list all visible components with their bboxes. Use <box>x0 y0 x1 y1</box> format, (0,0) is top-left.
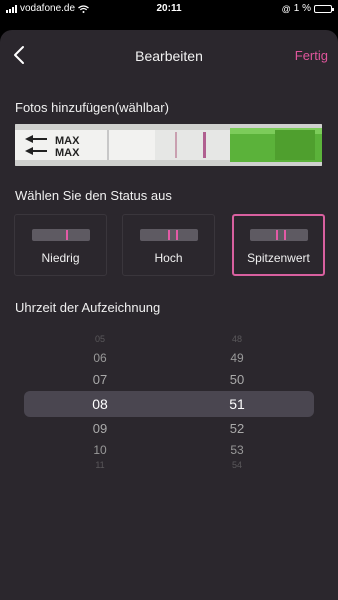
hour-option: 07 <box>92 372 108 387</box>
selected-minute: 51 <box>229 396 245 412</box>
strip-icon <box>139 229 198 241</box>
status-bar: vodafone.de 20:11 @ 1 % <box>0 0 338 18</box>
minute-option: 48 <box>231 334 242 344</box>
time-picker[interactable]: 05 06 07 08 09 10 11 48 49 50 51 52 53 5… <box>0 330 338 480</box>
hour-option: 11 <box>95 460 105 470</box>
done-button[interactable]: Fertig <box>295 48 328 63</box>
status-section-label: Wählen Sie den Status aus <box>15 188 172 203</box>
test-strip-photo[interactable]: MAX MAX <box>15 124 322 166</box>
test-strip-image: MAX MAX <box>15 124 322 166</box>
status-option-label: Spitzenwert <box>247 251 310 265</box>
photo-section-label: Fotos hinzufügen(wählbar) <box>15 100 169 115</box>
status-option-label: Niedrig <box>41 251 80 265</box>
picker-selection-bar <box>24 391 314 417</box>
selected-hour: 08 <box>92 396 108 412</box>
hour-option: 10 <box>93 443 107 457</box>
time-section-label: Uhrzeit der Aufzeichnung <box>15 300 161 315</box>
minute-option: 50 <box>229 372 245 387</box>
strip-icon <box>249 229 308 241</box>
hour-option: 09 <box>92 421 108 436</box>
battery-icon <box>314 4 334 13</box>
status-option-hoch[interactable]: Hoch <box>122 214 215 276</box>
edit-sheet: Bearbeiten Fertig Fotos hinzufügen(wählb… <box>0 30 338 600</box>
minute-option: 54 <box>231 460 242 470</box>
strip-max-label-1: MAX <box>55 135 80 147</box>
minute-option: 52 <box>229 421 245 436</box>
minute-option: 49 <box>230 351 244 365</box>
nav-bar: Bearbeiten Fertig <box>0 30 338 82</box>
minute-option: 53 <box>230 443 244 457</box>
battery-percent: 1 % <box>293 3 311 14</box>
page-title: Bearbeiten <box>135 48 203 64</box>
strip-max-label-2: MAX <box>55 147 80 159</box>
hour-option: 06 <box>93 351 107 365</box>
strip-icon <box>31 229 90 241</box>
status-option-label: Hoch <box>154 251 183 265</box>
status-option-spitzenwert[interactable]: Spitzenwert <box>232 214 325 276</box>
hour-option: 05 <box>94 334 105 344</box>
status-option-niedrig[interactable]: Niedrig <box>14 214 107 276</box>
orientation-lock-icon: @ <box>281 3 291 14</box>
